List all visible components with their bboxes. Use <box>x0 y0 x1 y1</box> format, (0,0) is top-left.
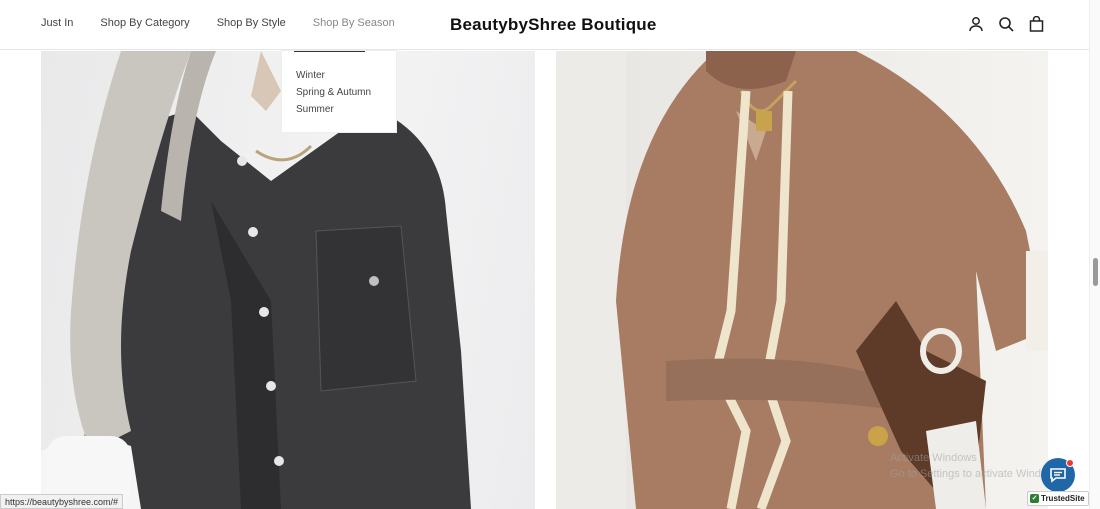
link-status-url: https://beautybyshree.com/# <box>0 494 124 509</box>
check-icon: ✓ <box>1030 494 1039 503</box>
dropdown-item-winter[interactable]: Winter <box>296 70 325 81</box>
chat-button[interactable] <box>1041 458 1075 492</box>
account-icon[interactable] <box>968 15 984 33</box>
trusted-site-badge[interactable]: ✓ TrustedSite <box>1027 491 1089 506</box>
active-nav-underline <box>294 51 365 52</box>
product-image-tan-ribbed-hoodie-set[interactable] <box>556 51 1048 509</box>
dropdown-item-spring-autumn[interactable]: Spring & Autumn <box>296 87 371 98</box>
trusted-site-label: TrustedSite <box>1041 494 1085 503</box>
site-logo[interactable]: BeautybyShree Boutique <box>450 15 657 35</box>
dropdown-item-summer[interactable]: Summer <box>296 104 334 115</box>
nav-just-in[interactable]: Just In <box>41 17 73 29</box>
site-header: Just In Shop By Category Shop By Style S… <box>0 0 1089 50</box>
notification-dot <box>1066 459 1074 467</box>
nav-shop-by-category[interactable]: Shop By Category <box>100 17 189 29</box>
nav-shop-by-season[interactable]: Shop By Season <box>313 17 395 29</box>
season-dropdown-menu: Winter Spring & Autumn Summer <box>281 50 397 133</box>
nav-shop-by-style[interactable]: Shop By Style <box>217 17 286 29</box>
watermark-line-2: Go to Settings to activate Windows. <box>890 468 1064 480</box>
search-icon[interactable] <box>998 15 1014 33</box>
scrollbar-thumb[interactable] <box>1093 258 1098 286</box>
windows-activation-watermark: Activate Windows Go to Settings to activ… <box>890 450 1064 482</box>
main-nav: Just In Shop By Category Shop By Style S… <box>41 17 395 29</box>
cart-icon[interactable] <box>1028 15 1044 33</box>
page-scrollbar[interactable] <box>1089 0 1100 509</box>
watermark-line-1: Activate Windows <box>890 452 977 464</box>
chat-bubble-icon <box>1050 468 1066 483</box>
header-icons <box>968 15 1044 33</box>
